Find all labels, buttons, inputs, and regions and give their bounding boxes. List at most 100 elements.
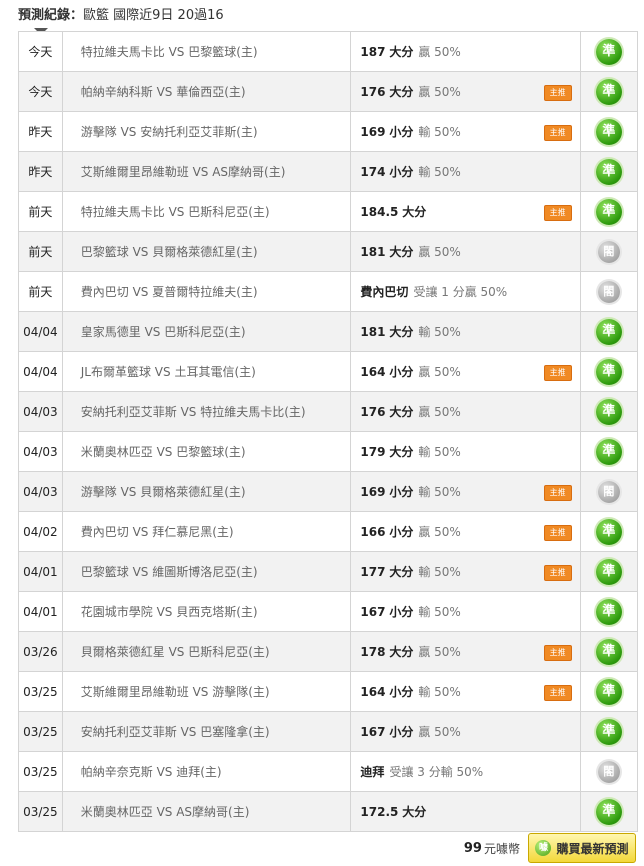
row-line: 184.5 bbox=[360, 205, 399, 219]
row-line: 179 bbox=[360, 445, 386, 459]
row-outcome: 準 bbox=[579, 151, 639, 192]
row-prediction: 177 大分輸 50% 主推 bbox=[350, 551, 581, 592]
row-match[interactable]: 安納托利亞艾菲斯 VS 巴塞隆拿(主) bbox=[61, 711, 352, 752]
row-pick: 小分 bbox=[389, 485, 414, 499]
row-pick: 大分 bbox=[389, 245, 414, 259]
row-date: 04/01 bbox=[18, 591, 63, 632]
row-result-text: 贏 50% bbox=[418, 85, 461, 99]
row-pick: 小分 bbox=[389, 605, 414, 619]
accurate-medal-icon: 準 bbox=[595, 38, 622, 65]
row-prediction: 181 大分贏 50% bbox=[350, 231, 581, 272]
row-match[interactable]: 巴黎籃球 VS 維圖斯博洛尼亞(主) bbox=[61, 551, 352, 592]
row-prediction: 166 小分贏 50% 主推 bbox=[350, 511, 581, 552]
row-line: 181 bbox=[360, 245, 386, 259]
row-result-text: 輸 50% bbox=[418, 605, 461, 619]
row-line: 172.5 bbox=[360, 805, 399, 819]
row-pick: 大分 bbox=[402, 205, 427, 219]
row-result-text: 贏 50% bbox=[418, 365, 461, 379]
table-row: 04/03 米蘭奧林匹亞 VS 巴黎籃球(主) 179 大分輸 50% 準 bbox=[18, 431, 639, 472]
row-prediction: 174 小分輸 50% bbox=[350, 151, 581, 192]
accurate-medal-icon: 準 bbox=[595, 678, 622, 705]
row-match[interactable]: 艾斯維爾里昂維勒班 VS 游擊隊(主) bbox=[61, 671, 352, 712]
row-pick: 小分 bbox=[389, 725, 414, 739]
row-date: 昨天 bbox=[18, 111, 63, 152]
row-pick: 大分 bbox=[389, 85, 414, 99]
row-result-text: 贏 50% bbox=[418, 725, 461, 739]
featured-badge: 主推 bbox=[543, 84, 572, 101]
table-row: 03/25 艾斯維爾里昂維勒班 VS 游擊隊(主) 164 小分輸 50% 主推 準 bbox=[18, 671, 639, 712]
row-pick: 大分 bbox=[402, 805, 427, 819]
row-match[interactable]: 游擊隊 VS 貝爾格萊德紅星(主) bbox=[61, 471, 352, 512]
table-row: 04/02 費內巴切 VS 拜仁慕尼黑(主) 166 小分贏 50% 主推 準 bbox=[18, 511, 639, 552]
row-result-text: 贏 50% bbox=[418, 645, 461, 659]
row-outcome: 準 bbox=[579, 391, 639, 432]
row-result-text: 贏 50% bbox=[418, 525, 461, 539]
row-outcome: 準 bbox=[579, 311, 639, 352]
row-outcome: 閤 bbox=[579, 231, 639, 272]
featured-badge: 主推 bbox=[543, 204, 572, 221]
table-row: 04/01 巴黎籃球 VS 維圖斯博洛尼亞(主) 177 大分輸 50% 主推 準 bbox=[18, 551, 639, 592]
row-match[interactable]: 巴黎籃球 VS 貝爾格萊德紅星(主) bbox=[61, 231, 352, 272]
accurate-medal-icon: 準 bbox=[595, 118, 622, 145]
row-outcome: 準 bbox=[579, 191, 639, 232]
row-match[interactable]: 特拉維夫馬卡比 VS 巴斯科尼亞(主) bbox=[61, 191, 352, 232]
row-prediction: 172.5 大分 bbox=[350, 791, 581, 832]
accurate-medal-icon: 準 bbox=[595, 198, 622, 225]
row-match[interactable]: 費內巴切 VS 夏普爾特拉維夫(主) bbox=[61, 271, 352, 312]
accurate-medal-icon: 準 bbox=[595, 718, 622, 745]
row-match[interactable]: 游擊隊 VS 安納托利亞艾菲斯(主) bbox=[61, 111, 352, 152]
row-prediction: 181 大分輸 50% bbox=[350, 311, 581, 352]
row-date: 04/04 bbox=[18, 351, 63, 392]
row-pick: 費內巴切 bbox=[360, 285, 409, 299]
row-line: 164 bbox=[360, 365, 386, 379]
row-result-text: 輸 50% bbox=[418, 485, 461, 499]
row-prediction: 176 大分贏 50% bbox=[350, 391, 581, 432]
row-line: 187 bbox=[360, 45, 386, 59]
table-row: 03/25 米蘭奧林匹亞 VS AS摩納哥(主) 172.5 大分準 bbox=[18, 791, 639, 832]
table-row: 今天 帕納辛納科斯 VS 華倫西亞(主) 176 大分贏 50% 主推 準 bbox=[18, 71, 639, 112]
coin-icon: 噱 bbox=[535, 840, 552, 856]
row-prediction: 179 大分輸 50% bbox=[350, 431, 581, 472]
buy-button-label: 購買最新預測 bbox=[556, 841, 629, 856]
row-pick: 小分 bbox=[389, 125, 414, 139]
row-date: 04/02 bbox=[18, 511, 63, 552]
row-match[interactable]: 米蘭奧林匹亞 VS 巴黎籃球(主) bbox=[61, 431, 352, 472]
row-date: 04/03 bbox=[18, 431, 63, 472]
row-prediction: 167 小分輸 50% bbox=[350, 591, 581, 632]
table-row: 04/03 安納托利亞艾菲斯 VS 特拉維夫馬卡比(主) 176 大分贏 50% 準 bbox=[18, 391, 639, 432]
featured-badge: 主推 bbox=[543, 484, 572, 501]
row-date: 前天 bbox=[18, 271, 63, 312]
row-date: 04/04 bbox=[18, 311, 63, 352]
row-match[interactable]: 艾斯維爾里昂維勒班 VS AS摩納哥(主) bbox=[61, 151, 352, 192]
table-row: 04/04 皇家馬德里 VS 巴斯科尼亞(主) 181 大分輸 50% 準 bbox=[18, 311, 639, 352]
row-outcome: 準 bbox=[579, 111, 639, 152]
row-prediction: 178 大分贏 50% 主推 bbox=[350, 631, 581, 672]
row-match[interactable]: 花園城市學院 VS 貝西克塔斯(主) bbox=[61, 591, 352, 632]
row-match[interactable]: 安納托利亞艾菲斯 VS 特拉維夫馬卡比(主) bbox=[61, 391, 352, 432]
buy-latest-prediction-button[interactable]: 噱 購買最新預測 bbox=[528, 833, 636, 863]
row-match[interactable]: 帕納辛奈克斯 VS 迪拜(主) bbox=[61, 751, 352, 792]
row-outcome: 準 bbox=[579, 551, 639, 592]
row-match[interactable]: 特拉維夫馬卡比 VS 巴黎籃球(主) bbox=[61, 31, 352, 72]
row-prediction: 費內巴切 受讓 1 分贏 50% bbox=[350, 271, 581, 312]
row-match[interactable]: 皇家馬德里 VS 巴斯科尼亞(主) bbox=[61, 311, 352, 352]
row-outcome: 準 bbox=[579, 31, 639, 72]
accurate-medal-icon: 準 bbox=[595, 398, 622, 425]
accurate-medal-icon: 準 bbox=[595, 518, 622, 545]
row-outcome: 閤 bbox=[579, 751, 639, 792]
row-line: 167 bbox=[360, 605, 386, 619]
row-outcome: 準 bbox=[579, 631, 639, 672]
accurate-medal-icon: 準 bbox=[595, 318, 622, 345]
row-match[interactable]: 帕納辛納科斯 VS 華倫西亞(主) bbox=[61, 71, 352, 112]
accurate-medal-icon: 準 bbox=[595, 78, 622, 105]
row-outcome: 閤 bbox=[579, 471, 639, 512]
row-match[interactable]: 費內巴切 VS 拜仁慕尼黑(主) bbox=[61, 511, 352, 552]
row-match[interactable]: JL布爾革籃球 VS 土耳其電信(主) bbox=[61, 351, 352, 392]
accurate-medal-icon: 準 bbox=[595, 638, 622, 665]
row-outcome: 準 bbox=[579, 711, 639, 752]
row-pick: 小分 bbox=[389, 525, 414, 539]
table-row: 前天 費內巴切 VS 夏普爾特拉維夫(主) 費內巴切 受讓 1 分贏 50% 閤 bbox=[18, 271, 639, 312]
row-match[interactable]: 貝爾格萊德紅星 VS 巴斯科尼亞(主) bbox=[61, 631, 352, 672]
row-match[interactable]: 米蘭奧林匹亞 VS AS摩納哥(主) bbox=[61, 791, 352, 832]
table-row: 03/25 帕納辛奈克斯 VS 迪拜(主) 迪拜 受讓 3 分輸 50% 閤 bbox=[18, 751, 639, 792]
